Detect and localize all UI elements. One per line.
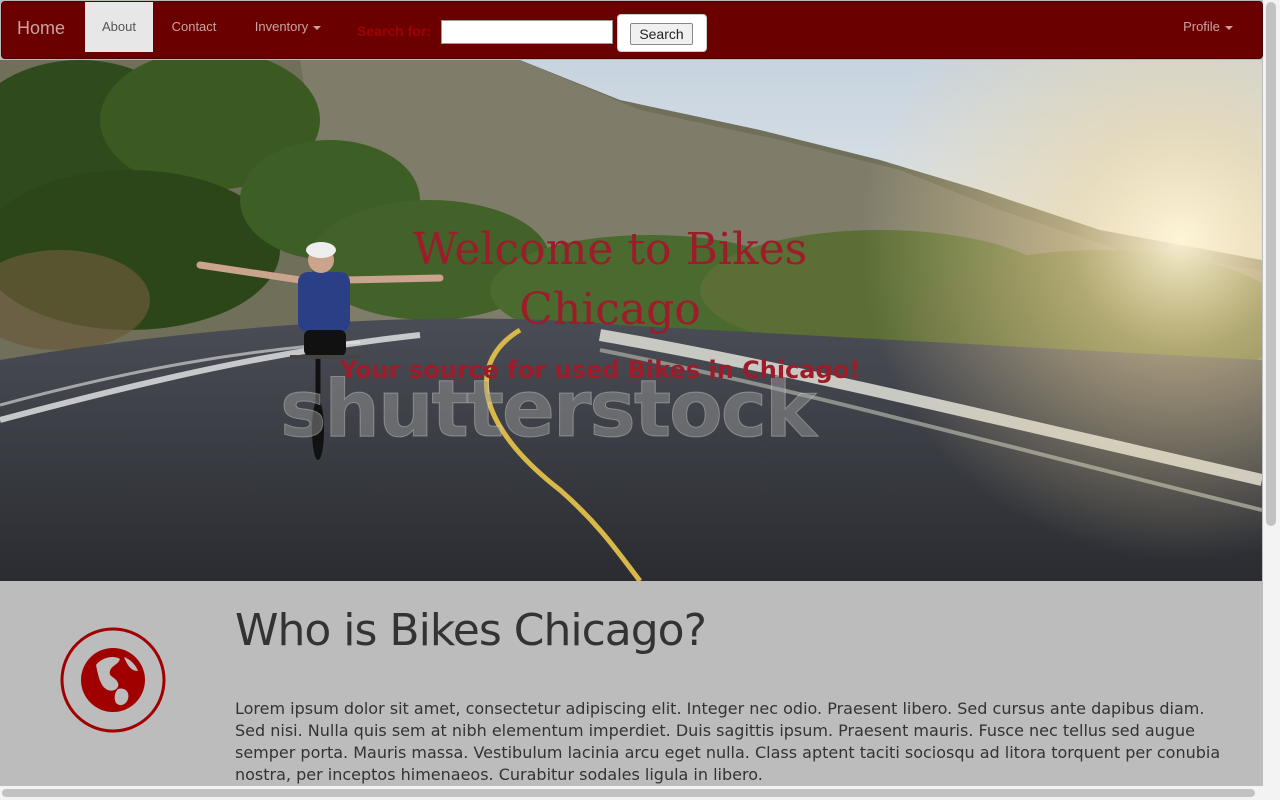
- nav-item-profile-dropdown[interactable]: Profile: [1166, 2, 1250, 52]
- about-heading: Who is Bikes Chicago?: [235, 605, 707, 656]
- globe-icon: [60, 627, 166, 733]
- nav-brand-home[interactable]: Home: [17, 2, 65, 58]
- caret-down-icon: [1224, 25, 1233, 30]
- hero-title: Welcome to Bikes Chicago: [412, 224, 808, 335]
- about-body-text: Lorem ipsum dolor sit amet, consectetur …: [235, 699, 1221, 784]
- vertical-scrollbar[interactable]: [1263, 0, 1280, 786]
- nav-item-contact-label: Contact: [171, 19, 217, 34]
- top-navbar: Home About Contact Inventory Search for:…: [1, 1, 1263, 59]
- search-input[interactable]: [441, 20, 613, 44]
- horizontal-scrollbar-thumb[interactable]: [2, 789, 1255, 797]
- search-label: Search for:: [357, 23, 431, 39]
- hero-subtitle: Your source for used Bikes in Chicago!: [339, 356, 861, 384]
- nav-item-inventory-dropdown[interactable]: Inventory: [234, 2, 342, 52]
- nav-item-profile-label: Profile: [1183, 19, 1220, 34]
- vertical-scrollbar-thumb[interactable]: [1266, 2, 1276, 526]
- horizontal-scrollbar[interactable]: [0, 786, 1280, 800]
- nav-item-about-label: About: [102, 19, 136, 34]
- nav-item-about[interactable]: About: [85, 2, 153, 52]
- search-button[interactable]: Search: [630, 23, 693, 45]
- nav-item-inventory-label: Inventory: [254, 19, 309, 34]
- nav-item-contact[interactable]: Contact: [155, 2, 233, 52]
- hero-banner: shutterstock Welcome to Bikes Chicago Yo…: [0, 60, 1262, 581]
- search-button-container: Search: [617, 14, 707, 52]
- caret-down-icon: [313, 25, 322, 30]
